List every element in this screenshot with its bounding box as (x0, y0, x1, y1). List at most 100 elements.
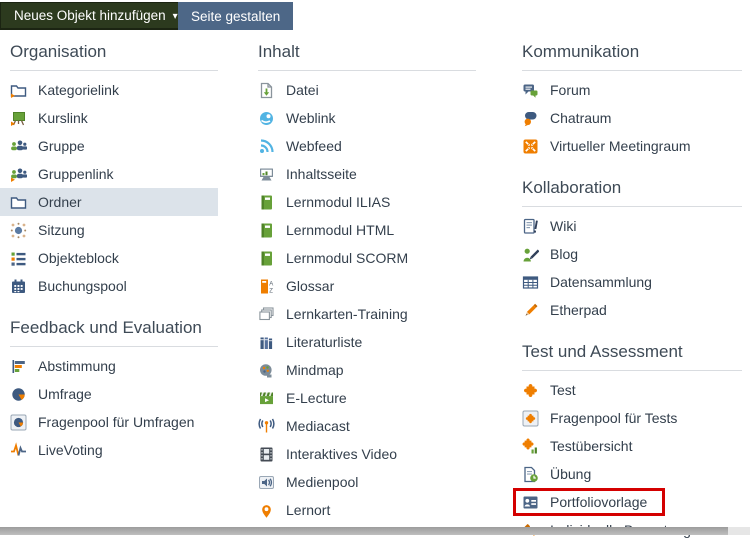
menu-item-datensammlung[interactable]: Datensammlung (522, 268, 742, 296)
menu-item-uebung[interactable]: Übung (522, 460, 742, 488)
menu-item-literaturliste[interactable]: Literaturliste (258, 328, 476, 356)
survey-icon (10, 386, 27, 403)
menu-item-label: Objekteblock (38, 250, 119, 266)
scrollbar-thumb[interactable] (0, 527, 728, 535)
menu-item-mindmap[interactable]: Mindmap (258, 356, 476, 384)
learning-module-icon (258, 222, 275, 239)
menu-item-lernkarten-training[interactable]: Lernkarten-Training (258, 300, 476, 328)
menu-item-sitzung[interactable]: Sitzung (10, 216, 218, 244)
test-overview-icon (522, 437, 539, 455)
portfolio-template-icon (522, 494, 539, 511)
menu-item-etherpad[interactable]: Etherpad (522, 296, 742, 324)
menu-item-gruppenlink[interactable]: Gruppenlink (10, 160, 218, 188)
section-items: Abstimmung Umfrage Fragenpool für Umfragen… (10, 352, 218, 464)
menu-item-label: Inhaltsseite (286, 166, 357, 182)
menu-item-label: Lernort (286, 502, 331, 518)
menu-item-portfoliovorlage[interactable]: Portfoliovorlage (513, 488, 666, 516)
interactive-video-icon (258, 446, 275, 463)
menu-item-interaktives-video[interactable]: Interaktives Video (258, 440, 476, 468)
menu-item-kategorielink[interactable]: Kategorielink (10, 76, 218, 104)
menu-item-forum[interactable]: Forum (522, 76, 742, 104)
menu-item-webfeed[interactable]: Webfeed (258, 132, 476, 160)
menu-item-label: Abstimmung (38, 358, 116, 374)
test-icon (522, 382, 539, 399)
etherpad-icon (522, 302, 539, 319)
menu-item-lernort[interactable]: Lernort (258, 496, 476, 524)
menu-item-label: Testübersicht (550, 438, 633, 454)
folder-icon (10, 194, 27, 211)
menu-item-label: LiveVoting (38, 442, 103, 458)
menu-item-wiki[interactable]: Wiki (522, 212, 742, 240)
menu-item-gruppe[interactable]: Gruppe (10, 132, 218, 160)
menu-item-medienpool[interactable]: Medienpool (258, 468, 476, 496)
section-title-kollaboration: Kollaboration (522, 174, 742, 207)
menu-item-datei[interactable]: Datei (258, 76, 476, 104)
content-page-icon (258, 166, 275, 183)
menu-item-label: Blog (550, 246, 579, 262)
blog-icon (522, 246, 539, 263)
menu-item-kurslink[interactable]: Kurslink (10, 104, 218, 132)
menu-item-label: Lernmodul SCORM (286, 250, 409, 266)
data-collection-icon (522, 274, 539, 291)
menu-column-2: Inhalt Datei Weblink Webfeed Inhaltsseite Ler… (258, 38, 476, 524)
bibliography-icon (258, 334, 275, 351)
menu-item-chatraum[interactable]: Chatraum (522, 104, 742, 132)
menu-item-inhaltsseite[interactable]: Inhaltsseite (258, 160, 476, 188)
menu-item-glossar[interactable]: A Z Glossar (258, 272, 476, 300)
menu-item-e-lecture[interactable]: E-Lecture (258, 384, 476, 412)
menu-item-label: Test (550, 382, 576, 398)
menu-item-fragenpool-fuer-umfragen[interactable]: Fragenpool für Umfragen (10, 408, 218, 436)
menu-item-blog[interactable]: Blog (522, 240, 742, 268)
horizontal-scrollbar[interactable] (0, 527, 750, 535)
menu-item-label: Mediacast (286, 418, 350, 434)
menu-item-umfrage[interactable]: Umfrage (10, 380, 218, 408)
menu-item-label: Buchungspool (38, 278, 127, 294)
menu-item-label: Interaktives Video (286, 446, 398, 462)
menu-item-label: Etherpad (550, 302, 607, 318)
menu-item-test[interactable]: Test (522, 376, 742, 404)
menu-item-testuebersicht[interactable]: Testübersicht (522, 432, 742, 460)
menu-item-label: Lernmodul HTML (286, 222, 395, 238)
menu-item-label: Ordner (38, 194, 82, 210)
section-title-kommunikation: Kommunikation (522, 38, 742, 71)
menu-item-label: Glossar (286, 278, 335, 294)
add-new-object-label: Neues Objekt hinzufügen (14, 8, 166, 23)
add-new-object-button[interactable]: Neues Objekt hinzufügen ▾ (0, 2, 192, 30)
design-page-button[interactable]: Seite gestalten (178, 2, 294, 30)
menu-item-abstimmung[interactable]: Abstimmung (10, 352, 218, 380)
menu-item-ordner[interactable]: Ordner (0, 188, 218, 216)
menu-item-objekteblock[interactable]: Objekteblock (10, 244, 218, 272)
media-pool-icon (258, 474, 275, 491)
section-title-feedback-und-evaluation: Feedback und Evaluation (10, 314, 218, 347)
section-items: Kategorielink Kurslink Gruppe Gruppenlink Or… (0, 76, 218, 300)
menu-item-buchungspool[interactable]: Buchungspool (10, 272, 218, 300)
file-icon (258, 82, 275, 99)
menu-item-label: Weblink (286, 110, 336, 126)
menu-item-label: Fragenpool für Tests (550, 410, 678, 426)
menu-item-label: Kurslink (38, 110, 88, 126)
menu-item-label: Portfoliovorlage (550, 494, 648, 510)
menu-item-mediacast[interactable]: Mediacast (258, 412, 476, 440)
menu-item-label: Umfrage (38, 386, 92, 402)
section-items: Datei Weblink Webfeed Inhaltsseite Lernmodul… (258, 76, 476, 524)
menu-item-virtueller-meetingraum[interactable]: Virtueller Meetingraum (522, 132, 742, 160)
menu-item-label: Gruppe (38, 138, 85, 154)
menu-item-livevoting[interactable]: LiveVoting (10, 436, 218, 464)
menu-item-label: Mindmap (286, 362, 344, 378)
glossary-icon: AZ (258, 278, 275, 295)
item-group-icon (10, 250, 27, 267)
menu-item-label: Lernkarten-Training (286, 306, 408, 322)
caret-down-icon: ▾ (172, 10, 178, 22)
menu-item-label: Virtueller Meetingraum (550, 138, 691, 154)
menu-item-lernmodul-html[interactable]: Lernmodul HTML (258, 216, 476, 244)
menu-item-lernmodul-ilias[interactable]: Lernmodul ILIAS (258, 188, 476, 216)
menu-column-3: Kommunikation Forum Chatraum Virtueller Mee… (513, 38, 742, 544)
menu-item-weblink[interactable]: Weblink (258, 104, 476, 132)
section-items: Forum Chatraum Virtueller Meetingraum (522, 76, 742, 160)
forum-icon (522, 82, 539, 99)
menu-item-lernmodul-scorm[interactable]: Lernmodul SCORM (258, 244, 476, 272)
menu-item-fragenpool-fuer-tests[interactable]: Fragenpool für Tests (522, 404, 742, 432)
session-icon (10, 222, 27, 239)
poll-icon (10, 358, 27, 375)
menu-item-label: Fragenpool für Umfragen (38, 414, 195, 430)
